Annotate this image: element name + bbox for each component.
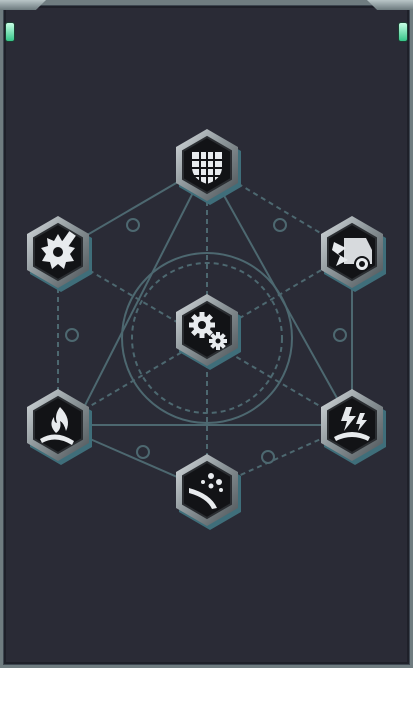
node-dot <box>273 218 287 232</box>
skill-tree-board <box>26 128 387 531</box>
node-dot <box>333 328 347 342</box>
node-dot <box>136 445 150 459</box>
node-dot <box>126 218 140 232</box>
skill-node-top[interactable] <box>175 128 242 206</box>
node-dot <box>261 450 275 464</box>
skill-node-upper-left[interactable] <box>26 215 93 293</box>
skill-node-lower-right[interactable] <box>320 388 387 466</box>
skill-node-bottom[interactable] <box>175 453 242 531</box>
triangle-link <box>73 162 354 426</box>
skill-node-upper-right[interactable] <box>320 215 387 293</box>
node-dot <box>65 328 79 342</box>
skill-node-lower-left[interactable] <box>26 388 93 466</box>
skill-node-core[interactable] <box>175 293 242 371</box>
